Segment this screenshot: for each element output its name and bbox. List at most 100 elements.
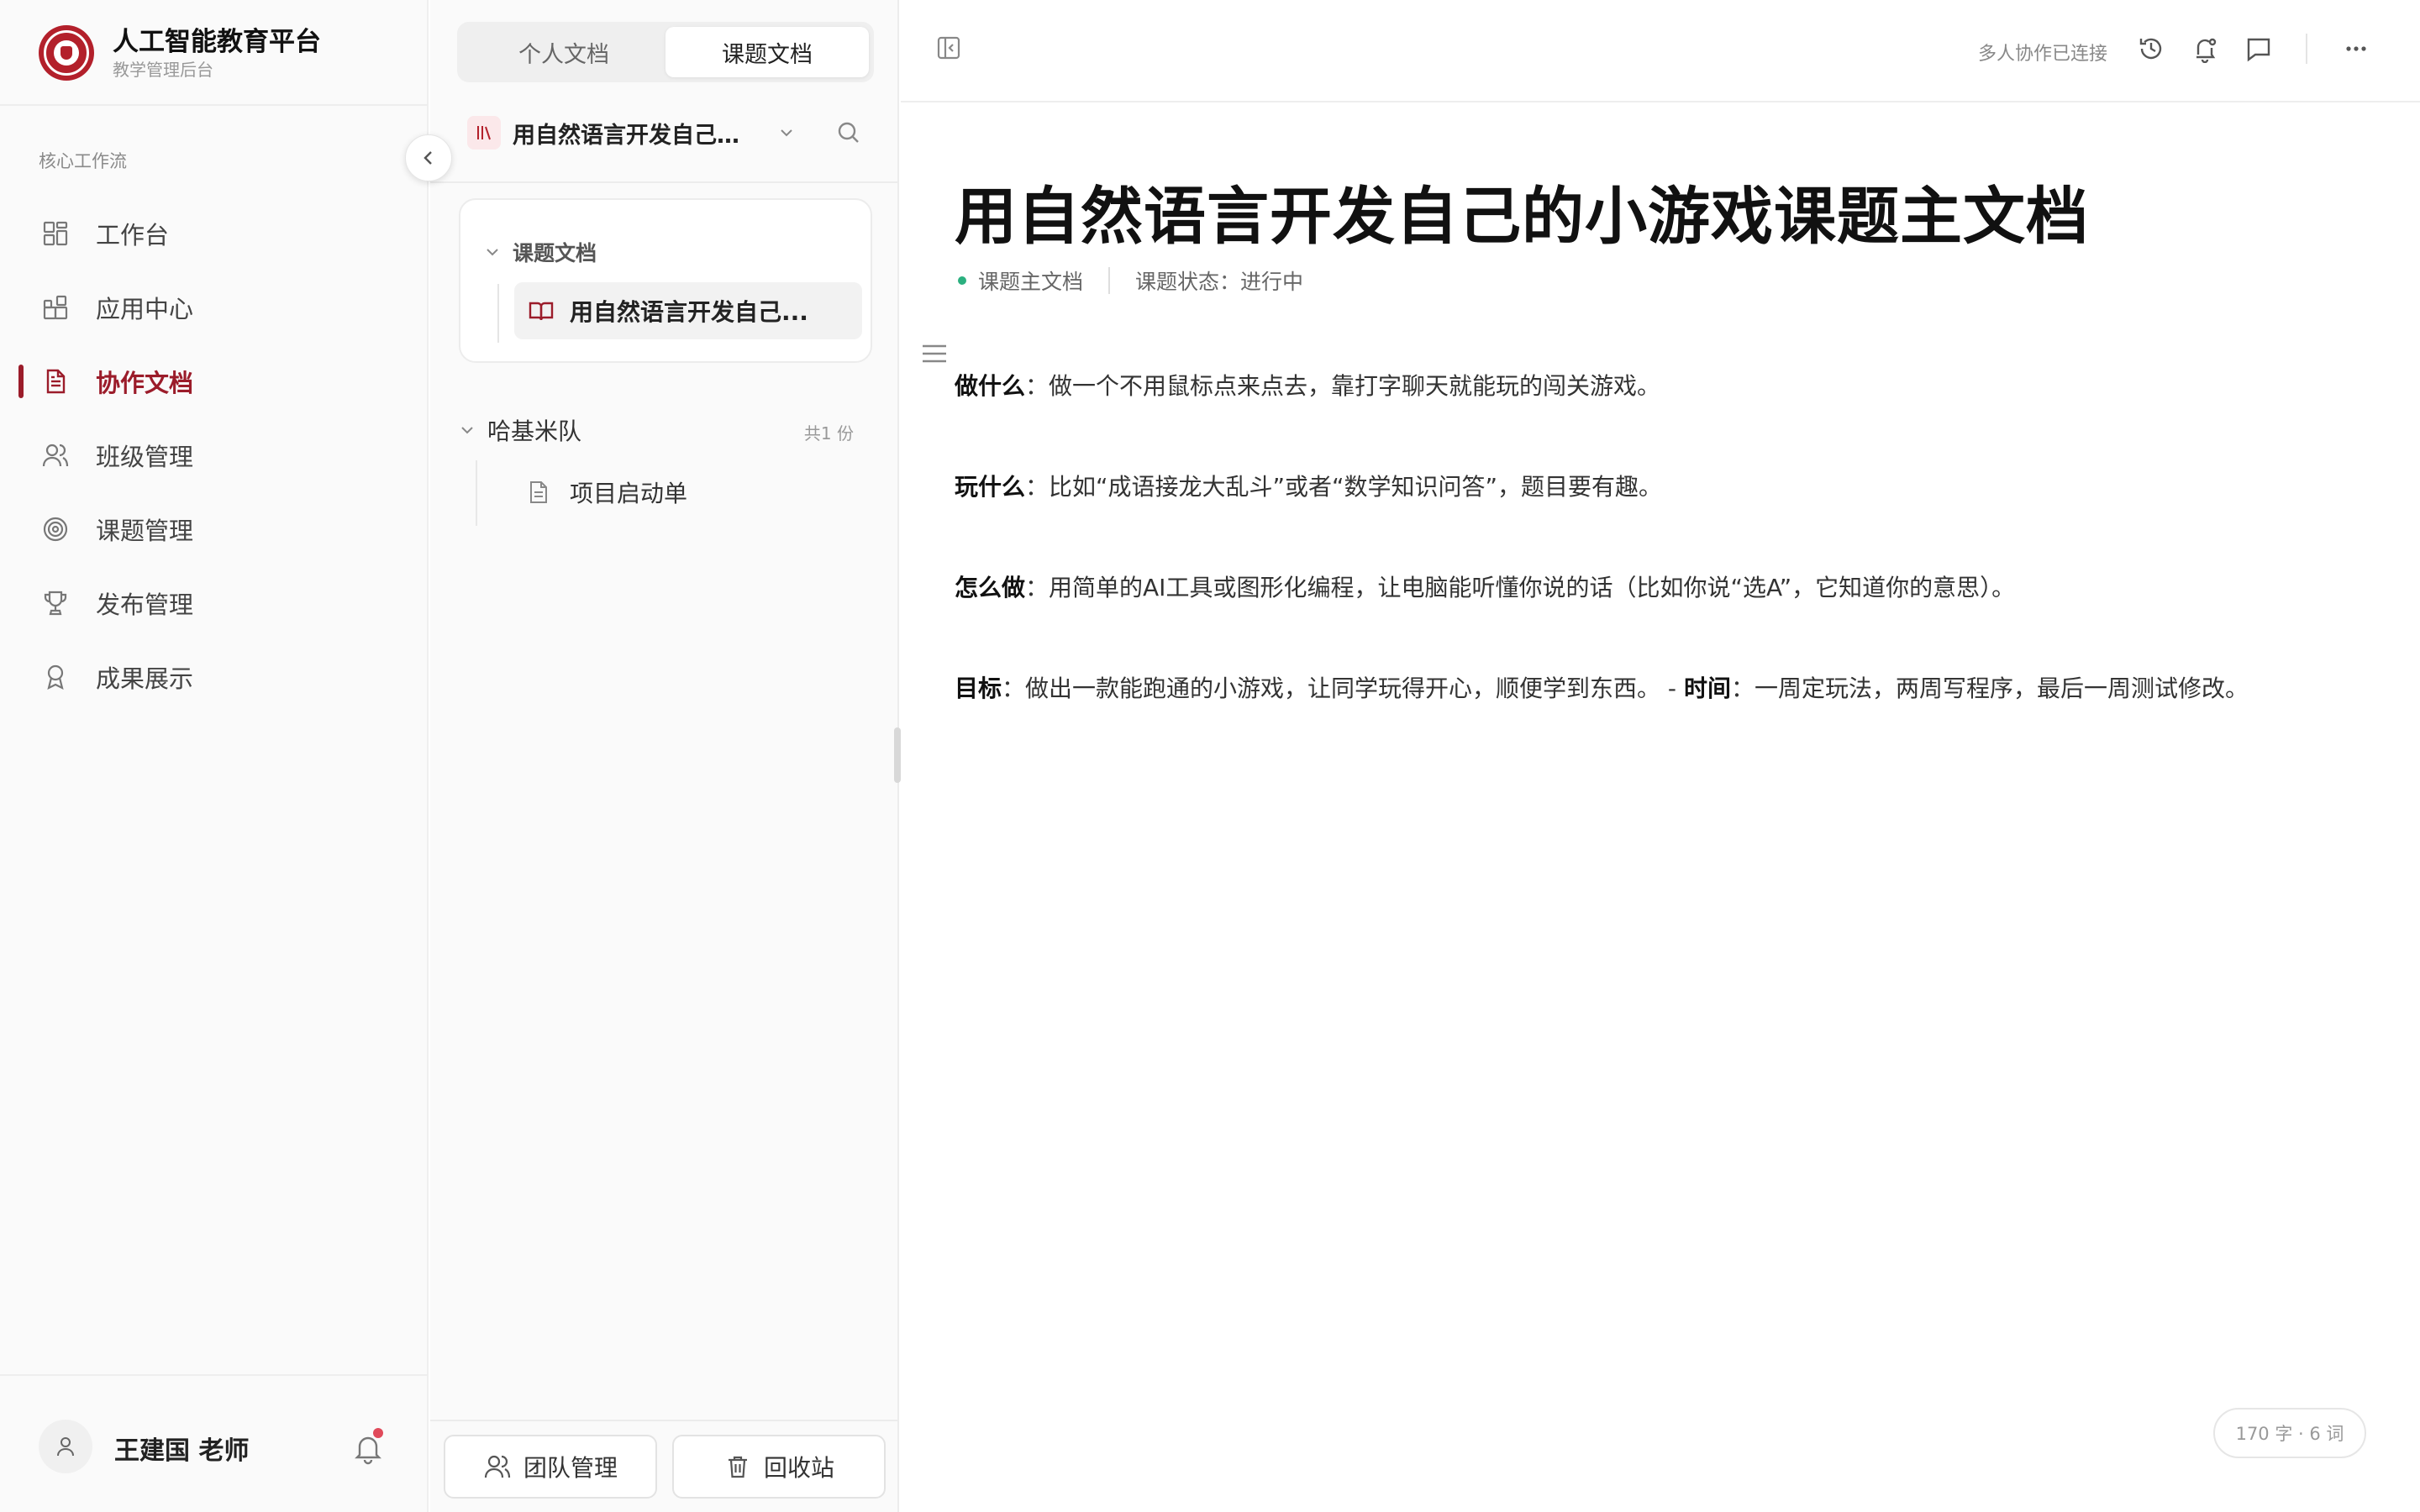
paragraph-play[interactable]: 玩什么：比如“成语接龙大乱斗”或者“数学知识问答”，题目要有趣。 [955, 469, 1662, 502]
chevron-down-icon [776, 123, 797, 143]
library-icon [467, 116, 501, 150]
sidebar-item-label: 课题管理 [96, 517, 194, 545]
apps-icon [40, 292, 71, 323]
tree-item-kickoff-doc[interactable]: 项目启动单 [526, 475, 687, 509]
chevron-left-icon [424, 151, 432, 165]
collapse-sidebar-button[interactable] [405, 134, 452, 181]
tree-group-label: 课题文档 [513, 241, 597, 265]
sidebar-item-collab-docs[interactable]: 协作文档 [0, 344, 429, 418]
tree-item-label: 用自然语言开发自己... [570, 298, 808, 326]
notification-settings-icon[interactable] [2190, 34, 2220, 64]
team-manage-button[interactable]: 团队管理 [444, 1435, 657, 1499]
project-selector[interactable]: 用自然语言开发自己的... [467, 113, 820, 153]
sidebar-item-label: 班级管理 [96, 443, 194, 471]
paragraph-label: 做什么 [955, 372, 1026, 400]
topic-docs-card: 课题文档 用自然语言开发自己... [459, 198, 872, 363]
tree-item-label: 项目启动单 [570, 480, 688, 507]
more-icon[interactable] [2341, 34, 2371, 64]
paragraph-label: 时间 [1683, 675, 1731, 702]
nav-section-title: 核心工作流 [39, 151, 127, 171]
dashboard-icon [40, 218, 71, 249]
trophy-icon [40, 588, 71, 618]
tree-group-topic-docs[interactable]: 课题文档 [484, 237, 597, 267]
sidebar-item-showcase[interactable]: 成果展示 [0, 640, 429, 714]
sidebar-item-label: 协作文档 [96, 369, 194, 397]
editor-topbar: 多人协作已连接 [901, 0, 2420, 102]
tab-topic-docs[interactable]: 课题文档 [666, 27, 869, 77]
users-icon [40, 440, 71, 470]
sidebar-item-label: 成果展示 [96, 664, 194, 693]
tree-item-main-doc[interactable]: 用自然语言开发自己... [514, 282, 862, 339]
sidebar-item-label: 应用中心 [96, 295, 194, 323]
medal-icon [40, 662, 71, 692]
project-name: 用自然语言开发自己的... [513, 122, 758, 149]
sidebar-item-publish[interactable]: 发布管理 [0, 566, 429, 640]
paragraph-goal[interactable]: 目标：做出一款能跑通的小游戏，让同学玩得开心，顺便学到东西。 - 时间：一周定玩… [955, 670, 2249, 704]
paragraph-label: 目标 [955, 675, 1002, 702]
sidebar-nav: 工作台 应用中心 协作文档 班级管理 课题管理 发布管理 成果展示 [0, 197, 429, 714]
topic-status: 课题状态：进行中 [1135, 270, 1304, 294]
divider [0, 104, 429, 106]
users-icon [483, 1452, 512, 1481]
paragraph-text: 一周定玩法，两周写程序，最后一周测试修改。 [1754, 675, 2249, 702]
panel-resize-handle[interactable] [894, 727, 901, 783]
sidebar-toggle-icon[interactable] [934, 34, 963, 62]
paragraph-text: 做出一款能跑通的小游戏，让同学玩得开心，顺便学到东西。 - [1025, 675, 1684, 702]
sidebar-item-apps[interactable]: 应用中心 [0, 270, 429, 344]
sidebar: 人工智能教育平台 教学管理后台 核心工作流 工作台 应用中心 协作文档 班级管理… [0, 0, 429, 1512]
school-logo [39, 25, 94, 81]
brand[interactable]: 人工智能教育平台 教学管理后台 [39, 24, 321, 82]
paragraph-separator: ： [1025, 473, 1050, 501]
doc-count: 共1 份 [803, 423, 854, 444]
tab-personal-docs[interactable]: 个人文档 [462, 27, 666, 77]
drag-handle-icon[interactable] [921, 343, 948, 365]
document-meta: 课题主文档 课题状态：进行中 [955, 265, 1303, 296]
recycle-bin-label: 回收站 [763, 1454, 834, 1482]
sidebar-item-workbench[interactable]: 工作台 [0, 197, 429, 270]
paragraph-separator: ： [1730, 675, 1754, 702]
word-count-badge: 170 字 · 6 词 [2213, 1408, 2366, 1458]
brand-subtitle: 教学管理后台 [113, 60, 213, 80]
document-icon [40, 366, 71, 396]
history-icon[interactable] [2136, 34, 2166, 64]
target-icon [40, 514, 71, 544]
user-name: 王建国 老师 [114, 1436, 250, 1466]
paragraph-how[interactable]: 怎么做：用简单的AI工具或图形化编程，让电脑能听懂你说的话（比如你说“选A”，它… [955, 570, 2015, 603]
comment-icon[interactable] [2244, 34, 2274, 64]
status-dot [958, 276, 966, 285]
paragraph-text: 比如“成语接龙大乱斗”或者“数学知识问答”，题目要有趣。 [1049, 473, 1663, 501]
document-title[interactable]: 用自然语言开发自己的小游戏课题主文档 [955, 166, 2089, 256]
collab-status: 多人协作已连接 [1978, 44, 2108, 65]
paragraph-text: 做一个不用鼠标点来点去，靠打字聊天就能玩的闯关游戏。 [1049, 372, 1661, 400]
sidebar-item-topics[interactable]: 课题管理 [0, 492, 429, 566]
paragraph-label: 怎么做 [955, 574, 1026, 601]
avatar[interactable] [39, 1420, 92, 1473]
divider [430, 181, 897, 183]
divider [1108, 267, 1111, 294]
recycle-bin-button[interactable]: 回收站 [672, 1435, 886, 1499]
divider [430, 1420, 897, 1421]
brand-title: 人工智能教育平台 [113, 27, 321, 57]
paragraph-label: 玩什么 [955, 473, 1026, 501]
paragraph-text: 用简单的AI工具或图形化编程，让电脑能听懂你说的话（比如你说“选A”，它知道你的… [1049, 574, 2016, 601]
doc-type-label: 课题主文档 [978, 270, 1084, 294]
doc-type-tabs: 个人文档 课题文档 [457, 22, 874, 82]
search-icon[interactable] [832, 116, 865, 150]
divider [2306, 34, 2307, 64]
document-tree-panel: 个人文档 课题文档 用自然语言开发自己的... 课题文档 用自然语言开发自己..… [430, 0, 899, 1512]
tree-guide-line [497, 284, 499, 343]
sidebar-item-classes[interactable]: 班级管理 [0, 418, 429, 492]
notification-dot [373, 1428, 383, 1438]
trash-icon [723, 1452, 752, 1481]
document-editor: 多人协作已连接 用自然语言开发自己的小游戏课题主文档 课题主文档 课题状态：进行… [901, 0, 2420, 1512]
team-manage-label: 团队管理 [523, 1454, 618, 1482]
chevron-down-icon [487, 249, 498, 256]
book-icon [529, 302, 554, 321]
chevron-down-icon [461, 427, 473, 434]
sidebar-item-label: 发布管理 [96, 591, 194, 619]
paragraph-what[interactable]: 做什么：做一个不用鼠标点来点去，靠打字聊天就能玩的闯关游戏。 [955, 368, 1660, 402]
tree-group-team[interactable]: 哈基米队 共1 份 [459, 412, 854, 449]
tree-guide-line [476, 460, 477, 526]
file-icon [530, 481, 547, 503]
user-area: 王建国 老师 [0, 1374, 429, 1512]
